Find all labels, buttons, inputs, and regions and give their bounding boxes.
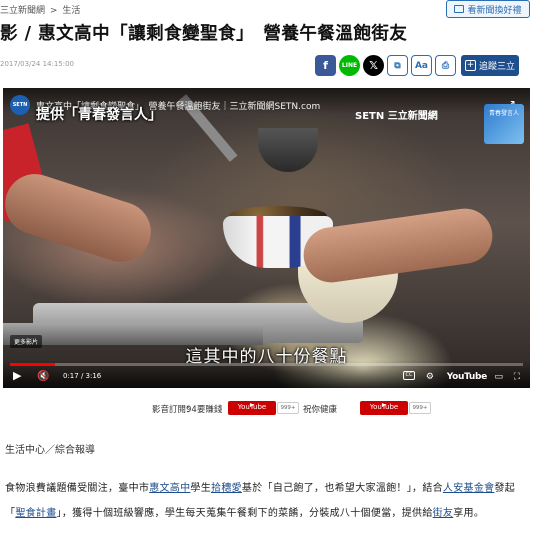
print-button[interactable]: ⎙	[435, 55, 456, 76]
paragraph-text: 食物浪費議題備受關注，臺中市	[5, 483, 150, 494]
subscriber-count-1: 999+	[277, 402, 299, 414]
keyword-link-homeless[interactable]: 街友	[433, 508, 454, 519]
keyword-link-foundation[interactable]: 人安基金會	[443, 483, 495, 494]
gift-link-label: 看新聞換好禮	[467, 5, 522, 16]
youtube-label-1: YouTube	[237, 403, 267, 411]
keyword-link-plan[interactable]: 聖食計畫	[15, 508, 56, 519]
play-icon[interactable]: ▶	[13, 369, 21, 382]
channel-name-2: 祝你健康	[303, 405, 338, 415]
video-controls: ▶ 🔇 0:17 / 3:16 CC ⚙ YouTube ▭ ⛶	[3, 360, 530, 388]
page-title: 影 / 惠文高中「讓剩食變聖食」 營養午餐溫飽街友	[0, 24, 408, 44]
youtube-logo[interactable]: YouTube	[447, 372, 488, 382]
setn-watermark: SETN 三立新聞網	[355, 111, 438, 122]
article-paragraph: 食物浪費議題備受關注，臺中市惠文高中學生拾穗愛基於「自己飽了，也希望大家溫飽！」…	[5, 476, 532, 526]
video-player[interactable]: SETN 惠文高中「讓剩食變聖食」 營養午餐溫飽街友｜三立新聞網SETN.com…	[3, 88, 530, 388]
breadcrumb: 三立新聞網 > 生活	[0, 3, 80, 16]
x-share-button[interactable]: 𝕏	[363, 55, 384, 76]
mute-icon[interactable]: 🔇	[37, 371, 49, 382]
share-toolbar: f LINE 𝕏 ⧉ Aa ⎙ + 追蹤三立	[315, 55, 519, 76]
font-size-button[interactable]: Aa	[411, 55, 432, 76]
youtube-subscribe-button-1[interactable]: YouTube	[228, 401, 276, 415]
cast-icon[interactable]: ▭	[494, 372, 503, 382]
channel-thumbnail: 青春發言人	[484, 104, 524, 144]
video-frame-ladle	[258, 128, 318, 172]
fullscreen-icon[interactable]: ⛶	[514, 372, 520, 382]
keyword-link-school[interactable]: 惠文高中	[149, 483, 190, 494]
follow-button[interactable]: + 追蹤三立	[461, 55, 519, 76]
byline: 生活中心／綜合報導	[5, 445, 95, 456]
time-display: 0:17 / 3:16	[63, 372, 102, 380]
youtube-subscribe-button-2[interactable]: YouTube	[360, 401, 408, 415]
gear-icon[interactable]: ⚙	[426, 372, 434, 382]
breadcrumb-separator: >	[49, 6, 58, 16]
channel-name-1: 94要賺錢	[186, 405, 223, 415]
gift-link-button[interactable]: 看新聞換好禮	[446, 0, 530, 18]
paragraph-text: 」，獲得十個班級響應，學生每天蒐集午餐剩下的菜餚，分裝成八十個便當，提供給	[56, 508, 433, 519]
youtube-label-2: YouTube	[369, 403, 399, 411]
copy-link-button[interactable]: ⧉	[387, 55, 408, 76]
facebook-share-button[interactable]: f	[315, 55, 336, 76]
progress-fill	[10, 363, 55, 366]
channel-logo[interactable]: SETN	[10, 95, 30, 115]
keyword-link-student[interactable]: 拾穗愛	[211, 483, 242, 494]
captions-icon[interactable]: CC	[403, 371, 415, 380]
video-frame-arm	[3, 166, 159, 270]
paragraph-text: 基於「自己飽了，也希望大家溫飽！」，結合	[241, 483, 443, 494]
progress-bar[interactable]	[10, 363, 523, 366]
video-caption-top: 提供「青春發言人」	[36, 107, 162, 123]
breadcrumb-section[interactable]: 生活	[62, 6, 80, 16]
breadcrumb-home[interactable]: 三立新聞網	[0, 6, 45, 16]
plus-icon: +	[464, 60, 476, 71]
paragraph-text: 學生	[190, 483, 212, 494]
publish-datetime: 2017/03/24 14:15:00	[0, 60, 75, 68]
subscriber-count-2: 999+	[409, 402, 431, 414]
follow-label: 追蹤三立	[478, 62, 515, 72]
line-share-button[interactable]: LINE	[339, 55, 360, 76]
paragraph-text: 享用。	[453, 508, 485, 519]
tv-icon	[454, 5, 465, 13]
